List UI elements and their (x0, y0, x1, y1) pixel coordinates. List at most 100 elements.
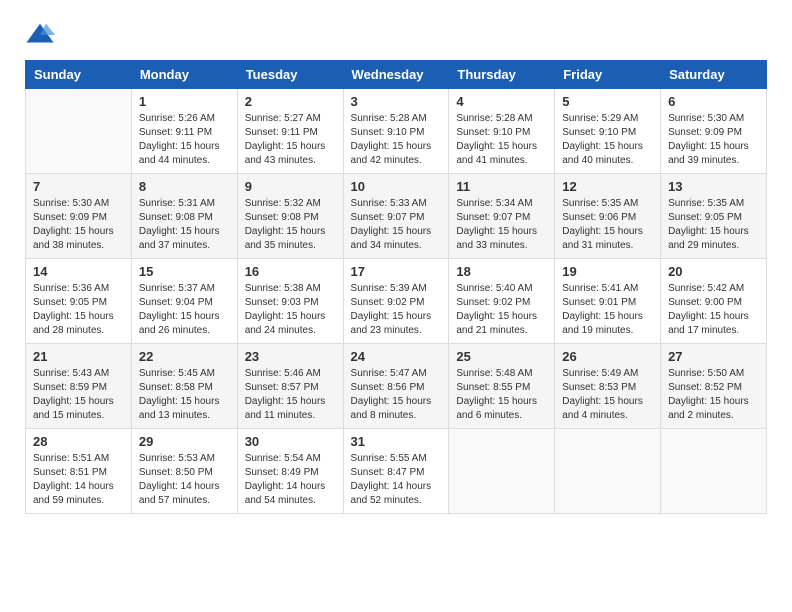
day-number: 7 (33, 179, 124, 194)
calendar-cell: 21 Sunrise: 5:43 AM Sunset: 8:59 PM Dayli… (26, 344, 132, 429)
cell-content: Sunrise: 5:35 AM Sunset: 9:06 PM Dayligh… (562, 197, 653, 253)
day-number: 18 (456, 264, 547, 279)
calendar-cell (661, 429, 767, 514)
calendar-cell: 1Sunrise: 5:26 AM Sunset: 9:11 PM Daylig… (131, 89, 237, 174)
cell-content: Sunrise: 5:31 AM Sunset: 9:08 PM Dayligh… (139, 197, 230, 253)
calendar-cell: 20 Sunrise: 5:42 AM Sunset: 9:00 PM Dayli… (661, 259, 767, 344)
cell-content: Sunrise: 5:32 AM Sunset: 9:08 PM Dayligh… (245, 197, 336, 253)
calendar-cell: 12 Sunrise: 5:35 AM Sunset: 9:06 PM Dayli… (555, 174, 661, 259)
day-number: 4 (456, 94, 547, 109)
calendar-cell: 2 Sunrise: 5:27 AM Sunset: 9:11 PM Daylig… (237, 89, 343, 174)
page-header (25, 20, 767, 50)
day-number: 29 (139, 434, 230, 449)
cell-content: Sunrise: 5:36 AM Sunset: 9:05 PM Dayligh… (33, 282, 124, 338)
day-number: 22 (139, 349, 230, 364)
calendar-cell: 25 Sunrise: 5:48 AM Sunset: 8:55 PM Dayli… (449, 344, 555, 429)
cell-content: Sunrise: 5:54 AM Sunset: 8:49 PM Dayligh… (245, 452, 336, 508)
cell-content: Sunrise: 5:42 AM Sunset: 9:00 PM Dayligh… (668, 282, 759, 338)
logo (25, 20, 59, 50)
day-number: 11 (456, 179, 547, 194)
day-number: 2 (245, 94, 336, 109)
cell-content: Sunrise: 5:46 AM Sunset: 8:57 PM Dayligh… (245, 367, 336, 423)
cell-content: Sunrise: 5:34 AM Sunset: 9:07 PM Dayligh… (456, 197, 547, 253)
cell-content: Sunrise: 5:53 AM Sunset: 8:50 PM Dayligh… (139, 452, 230, 508)
day-header-monday: Monday (131, 61, 237, 89)
calendar-cell: 4 Sunrise: 5:28 AM Sunset: 9:10 PM Daylig… (449, 89, 555, 174)
header-row: SundayMondayTuesdayWednesdayThursdayFrid… (26, 61, 767, 89)
cell-content: Sunrise: 5:48 AM Sunset: 8:55 PM Dayligh… (456, 367, 547, 423)
cell-content: Sunrise: 5:30 AM Sunset: 9:09 PM Dayligh… (668, 112, 759, 168)
day-number: 6 (668, 94, 759, 109)
day-number: 12 (562, 179, 653, 194)
calendar-cell: 18 Sunrise: 5:40 AM Sunset: 9:02 PM Dayli… (449, 259, 555, 344)
cell-content: Sunrise: 5:51 AM Sunset: 8:51 PM Dayligh… (33, 452, 124, 508)
calendar-cell: 31Sunrise: 5:55 AM Sunset: 8:47 PM Dayli… (343, 429, 449, 514)
calendar-cell: 28 Sunrise: 5:51 AM Sunset: 8:51 PM Dayli… (26, 429, 132, 514)
day-number: 23 (245, 349, 336, 364)
cell-content: Sunrise: 5:38 AM Sunset: 9:03 PM Dayligh… (245, 282, 336, 338)
day-number: 5 (562, 94, 653, 109)
day-number: 16 (245, 264, 336, 279)
calendar-cell: 10Sunrise: 5:33 AM Sunset: 9:07 PM Dayli… (343, 174, 449, 259)
day-number: 15 (139, 264, 230, 279)
cell-content: Sunrise: 5:55 AM Sunset: 8:47 PM Dayligh… (351, 452, 442, 508)
cell-content: Sunrise: 5:26 AM Sunset: 9:11 PM Dayligh… (139, 112, 230, 168)
day-number: 17 (351, 264, 442, 279)
cell-content: Sunrise: 5:49 AM Sunset: 8:53 PM Dayligh… (562, 367, 653, 423)
week-row-1: 1Sunrise: 5:26 AM Sunset: 9:11 PM Daylig… (26, 89, 767, 174)
calendar-cell: 24Sunrise: 5:47 AM Sunset: 8:56 PM Dayli… (343, 344, 449, 429)
cell-content: Sunrise: 5:33 AM Sunset: 9:07 PM Dayligh… (351, 197, 442, 253)
day-number: 20 (668, 264, 759, 279)
week-row-4: 21 Sunrise: 5:43 AM Sunset: 8:59 PM Dayli… (26, 344, 767, 429)
cell-content: Sunrise: 5:40 AM Sunset: 9:02 PM Dayligh… (456, 282, 547, 338)
cell-content: Sunrise: 5:43 AM Sunset: 8:59 PM Dayligh… (33, 367, 124, 423)
calendar-table: SundayMondayTuesdayWednesdayThursdayFrid… (25, 60, 767, 514)
calendar-cell: 17Sunrise: 5:39 AM Sunset: 9:02 PM Dayli… (343, 259, 449, 344)
calendar-cell: 26 Sunrise: 5:49 AM Sunset: 8:53 PM Dayli… (555, 344, 661, 429)
cell-content: Sunrise: 5:28 AM Sunset: 9:10 PM Dayligh… (456, 112, 547, 168)
day-number: 27 (668, 349, 759, 364)
cell-content: Sunrise: 5:27 AM Sunset: 9:11 PM Dayligh… (245, 112, 336, 168)
calendar-cell: 9Sunrise: 5:32 AM Sunset: 9:08 PM Daylig… (237, 174, 343, 259)
calendar-cell: 3 Sunrise: 5:28 AM Sunset: 9:10 PM Daylig… (343, 89, 449, 174)
calendar-cell: 23 Sunrise: 5:46 AM Sunset: 8:57 PM Dayli… (237, 344, 343, 429)
cell-content: Sunrise: 5:35 AM Sunset: 9:05 PM Dayligh… (668, 197, 759, 253)
calendar-cell: 16 Sunrise: 5:38 AM Sunset: 9:03 PM Dayli… (237, 259, 343, 344)
calendar-cell: 8Sunrise: 5:31 AM Sunset: 9:08 PM Daylig… (131, 174, 237, 259)
calendar-cell (449, 429, 555, 514)
calendar-cell: 27Sunrise: 5:50 AM Sunset: 8:52 PM Dayli… (661, 344, 767, 429)
day-number: 14 (33, 264, 124, 279)
calendar-cell: 19 Sunrise: 5:41 AM Sunset: 9:01 PM Dayli… (555, 259, 661, 344)
cell-content: Sunrise: 5:28 AM Sunset: 9:10 PM Dayligh… (351, 112, 442, 168)
cell-content: Sunrise: 5:29 AM Sunset: 9:10 PM Dayligh… (562, 112, 653, 168)
day-header-sunday: Sunday (26, 61, 132, 89)
day-header-wednesday: Wednesday (343, 61, 449, 89)
day-number: 28 (33, 434, 124, 449)
calendar-cell: 29 Sunrise: 5:53 AM Sunset: 8:50 PM Dayli… (131, 429, 237, 514)
logo-icon (25, 20, 55, 50)
day-header-saturday: Saturday (661, 61, 767, 89)
cell-content: Sunrise: 5:30 AM Sunset: 9:09 PM Dayligh… (33, 197, 124, 253)
calendar-cell: 6 Sunrise: 5:30 AM Sunset: 9:09 PM Daylig… (661, 89, 767, 174)
calendar-cell (555, 429, 661, 514)
cell-content: Sunrise: 5:37 AM Sunset: 9:04 PM Dayligh… (139, 282, 230, 338)
calendar-cell: 5 Sunrise: 5:29 AM Sunset: 9:10 PM Daylig… (555, 89, 661, 174)
day-number: 30 (245, 434, 336, 449)
day-number: 13 (668, 179, 759, 194)
calendar-cell: 15 Sunrise: 5:37 AM Sunset: 9:04 PM Dayli… (131, 259, 237, 344)
day-number: 24 (351, 349, 442, 364)
day-number: 21 (33, 349, 124, 364)
calendar-cell: 11 Sunrise: 5:34 AM Sunset: 9:07 PM Dayli… (449, 174, 555, 259)
day-number: 3 (351, 94, 442, 109)
calendar-cell: 14 Sunrise: 5:36 AM Sunset: 9:05 PM Dayli… (26, 259, 132, 344)
calendar-cell: 22 Sunrise: 5:45 AM Sunset: 8:58 PM Dayli… (131, 344, 237, 429)
cell-content: Sunrise: 5:41 AM Sunset: 9:01 PM Dayligh… (562, 282, 653, 338)
cell-content: Sunrise: 5:45 AM Sunset: 8:58 PM Dayligh… (139, 367, 230, 423)
week-row-5: 28 Sunrise: 5:51 AM Sunset: 8:51 PM Dayli… (26, 429, 767, 514)
week-row-2: 7 Sunrise: 5:30 AM Sunset: 9:09 PM Daylig… (26, 174, 767, 259)
day-number: 26 (562, 349, 653, 364)
day-header-friday: Friday (555, 61, 661, 89)
day-number: 25 (456, 349, 547, 364)
day-number: 19 (562, 264, 653, 279)
calendar-cell: 30 Sunrise: 5:54 AM Sunset: 8:49 PM Dayli… (237, 429, 343, 514)
